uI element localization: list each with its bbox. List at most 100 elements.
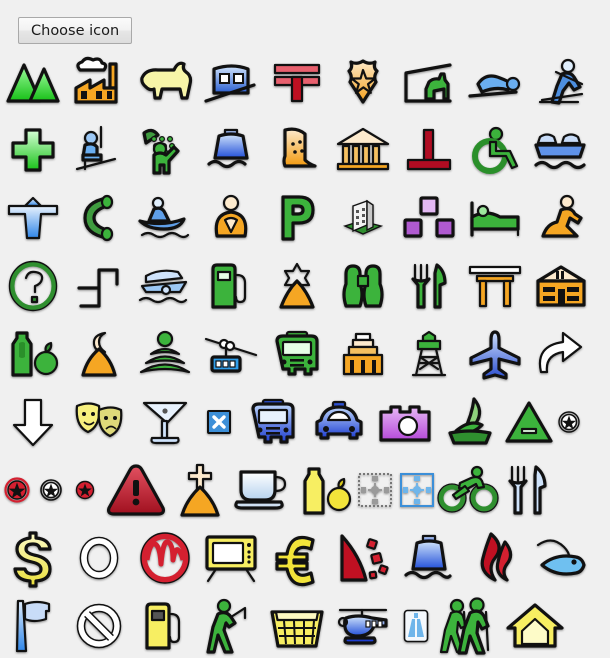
icon-cell-statue[interactable] [264,116,330,184]
icon-cell-bed[interactable] [462,184,528,252]
icon-cell-motorway-sign[interactable] [396,592,436,658]
icon-cell-bicycle[interactable] [437,456,500,524]
icon-cell-shopping-basket[interactable] [264,592,330,658]
icon-cell-ring[interactable] [66,524,132,592]
icon-cell-canoe[interactable] [132,184,198,252]
icon-cell-parking[interactable] [264,184,330,252]
icon-cell-museum[interactable] [330,116,396,184]
icon-cell-prayer[interactable] [528,184,594,252]
icon-cell-telephone[interactable] [66,184,132,252]
icon-cell-stable[interactable] [396,48,462,116]
icon-cell-hot-spring[interactable] [462,524,528,592]
icon-cell-building[interactable] [330,184,396,252]
icon-cell-helicopter[interactable] [330,592,396,658]
icon-cell-golf[interactable] [198,592,264,658]
icon-cell-car-ferry[interactable] [528,116,594,184]
icon-cell-airport[interactable] [462,320,528,388]
torii-gate-icon [468,265,522,308]
bus-icon [275,330,319,376]
icon-cell-no-entry[interactable] [66,592,132,658]
icon-cell-post-office[interactable] [264,48,330,116]
icon-cell-buddhist-temple[interactable] [66,252,132,320]
icon-cell-move-handle-gray[interactable] [354,456,396,524]
building-icon [343,199,384,235]
icon-cell-cow[interactable] [132,48,198,116]
icon-cell-down-arrow[interactable] [0,388,66,456]
icon-cell-lighthouse[interactable] [0,184,66,252]
icon-cell-binoculars[interactable] [330,252,396,320]
icon-cell-ferry[interactable] [396,524,462,592]
icon-cell-star-marker-red[interactable] [0,456,34,524]
icon-cell-bus[interactable] [264,320,330,388]
fuel-pump-icon [211,263,247,309]
icon-cell-convenience-store[interactable] [296,456,354,524]
icon-cell-television[interactable] [198,524,264,592]
icon-cell-dollar[interactable] [0,524,66,592]
icon-cell-house[interactable] [502,592,568,658]
icon-cell-euro[interactable] [264,524,330,592]
icon-cell-cutlery[interactable] [500,456,552,524]
icon-cell-police-badge[interactable] [330,48,396,116]
icon-cell-supermarket[interactable] [0,320,66,388]
icon-cell-boat-ramp[interactable] [132,252,198,320]
icon-cell-warning[interactable] [102,456,170,524]
museum-icon [336,127,390,171]
icon-cell-synagogue[interactable] [264,252,330,320]
stable-icon [404,63,452,103]
icon-cell-lifebuoy-person[interactable] [198,184,264,252]
icon-cell-transmitter[interactable] [132,320,198,388]
icon-cell-cocktail[interactable] [132,388,198,456]
icon-cell-star-marker-small[interactable] [554,388,584,456]
icon-cell-flag[interactable] [0,592,66,658]
icon-cell-close-x[interactable] [198,388,240,456]
mountains-icon [6,63,60,103]
icon-cell-torii-gate[interactable] [462,252,528,320]
icon-cell-railway-marker[interactable] [396,116,462,184]
motorway-sign-icon [403,609,429,643]
icon-cell-shower[interactable] [132,116,198,184]
icon-cell-tent[interactable] [504,388,554,456]
icon-cell-hikers[interactable] [436,592,502,658]
icon-cell-skiing[interactable] [528,48,594,116]
shopping-basket-icon [270,610,324,648]
icon-cell-ship[interactable] [198,116,264,184]
icon-cell-restaurant[interactable] [396,252,462,320]
icon-cell-sitemap[interactable] [396,184,462,252]
icon-cell-taxi[interactable] [306,388,372,456]
icon-cell-theatre-masks[interactable] [66,388,132,456]
icon-cell-cafe[interactable] [230,456,296,524]
icon-cell-gondola[interactable] [198,320,264,388]
icon-cell-chairlift[interactable] [66,116,132,184]
icon-cell-watchtower[interactable] [396,320,462,388]
icon-cell-turn-right-arrow[interactable] [528,320,594,388]
icon-cell-fishing[interactable] [528,524,594,592]
icon-cell-sledding[interactable] [462,48,528,116]
icon-cell-church[interactable] [170,456,230,524]
hikers-icon [439,597,490,655]
sledding-icon [468,74,521,98]
icon-cell-bus-stop[interactable] [240,388,306,456]
icon-cell-pharmacy-cross[interactable] [0,116,66,184]
icon-cell-funicular[interactable] [198,48,264,116]
icon-cell-mosque[interactable] [66,320,132,388]
icon-cell-factory[interactable] [66,48,132,116]
icon-cell-star-marker-white[interactable] [34,456,68,524]
cocktail-icon [142,401,188,445]
icon-cell-campfire[interactable] [438,388,504,456]
icon-cell-rockfall[interactable] [330,524,396,592]
icon-row [0,184,610,252]
icon-cell-move-handle-blue[interactable] [396,456,438,524]
icon-cell-hindu-temple[interactable] [330,320,396,388]
icon-cell-camera[interactable] [372,388,438,456]
icon-cell-star-marker-red-small[interactable] [68,456,102,524]
icon-cell-information[interactable] [0,252,66,320]
choose-icon-button[interactable]: Choose icon [18,17,133,44]
icon-cell-wheelchair[interactable] [462,116,528,184]
icon-cell-mountains[interactable] [0,48,66,116]
icon-cell-hospital-pulse[interactable] [132,524,198,592]
icon-cell-school[interactable] [528,252,594,320]
icon-cell-fuel[interactable] [132,592,198,658]
canoe-icon [138,196,190,239]
icon-cell-fuel-pump[interactable] [198,252,264,320]
television-icon [205,535,257,583]
